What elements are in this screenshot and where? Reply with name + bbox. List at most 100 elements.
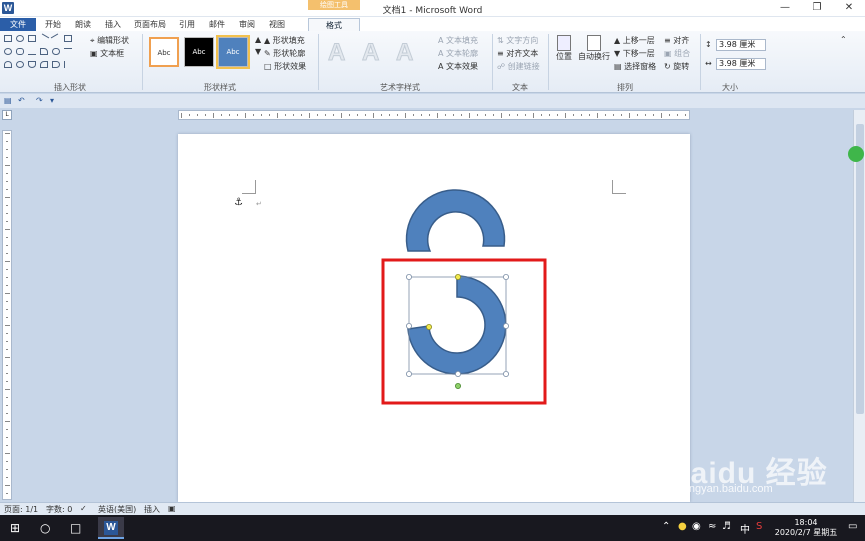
- language-indicator[interactable]: 英语(美国): [98, 504, 136, 515]
- ruler-tick: [6, 341, 8, 342]
- ruler-tick: [317, 114, 318, 116]
- tab-view[interactable]: 视图: [264, 18, 290, 31]
- volume-icon[interactable]: ♬: [722, 521, 731, 532]
- edit-shape-button[interactable]: ⌖ 编辑形状: [90, 35, 129, 46]
- collapse-ribbon-icon[interactable]: ⌃: [840, 35, 847, 44]
- ruler-tick: [669, 114, 670, 116]
- tab-home[interactable]: 开始: [40, 18, 66, 31]
- maximize-icon[interactable]: ❐: [802, 1, 832, 15]
- send-backward-icon: ▼: [614, 49, 623, 58]
- align-text-button[interactable]: ≡ 对齐文本: [497, 48, 538, 59]
- search-icon[interactable]: ○: [40, 521, 50, 535]
- tray-chevron-icon[interactable]: ⌃: [662, 521, 670, 532]
- tab-format[interactable]: 格式: [308, 18, 360, 31]
- tab-read[interactable]: 朗读: [70, 18, 96, 31]
- customize-toolbar-icon[interactable]: ▾: [50, 96, 54, 105]
- window-title: 文档1 - Microsoft Word: [382, 6, 483, 16]
- ruler-tick: [429, 114, 430, 116]
- group-button[interactable]: ▣ 组合: [664, 48, 690, 59]
- wordart-style-1[interactable]: A: [327, 39, 345, 67]
- gallery-scroll-down-icon[interactable]: ▼: [255, 47, 261, 56]
- close-icon[interactable]: ✕: [834, 1, 864, 15]
- ruler-tick: [6, 493, 8, 494]
- taskbar-word-button[interactable]: W: [98, 517, 124, 539]
- tab-selector-icon[interactable]: L: [2, 110, 12, 120]
- shape-effects-button[interactable]: □ 形状效果: [264, 61, 306, 72]
- wifi-icon[interactable]: ≈: [708, 521, 716, 532]
- shape-gallery[interactable]: [4, 33, 80, 75]
- proofing-icon[interactable]: ✓: [80, 504, 87, 513]
- macro-icon[interactable]: ▣: [168, 504, 176, 513]
- tray-app-icon[interactable]: ●: [678, 521, 687, 532]
- scrollbar-thumb[interactable]: [856, 124, 864, 414]
- selection-pane-icon: ▤: [614, 62, 625, 71]
- shape-style-orange-outline[interactable]: Abc: [149, 37, 179, 67]
- sogou-ime-icon[interactable]: S: [756, 521, 762, 532]
- horizontal-ruler[interactable]: [178, 110, 690, 120]
- floating-assistant-icon[interactable]: [848, 146, 864, 162]
- save-icon[interactable]: ▤: [4, 96, 12, 105]
- text-outline-button[interactable]: A 文本轮廓: [438, 48, 478, 59]
- ruler-tick: [533, 112, 534, 118]
- width-icon: ↔: [705, 59, 712, 68]
- bring-forward-button[interactable]: ▲ 上移一层: [614, 35, 655, 46]
- create-link-button[interactable]: ☍ 创建链接: [497, 61, 540, 72]
- align-button[interactable]: ≡ 对齐: [664, 35, 689, 46]
- ruler-tick: [245, 112, 246, 118]
- shape-style-black[interactable]: Abc: [184, 37, 214, 67]
- wordart-style-2[interactable]: A: [361, 39, 379, 67]
- text-fill-button[interactable]: A 文本填充: [438, 35, 478, 46]
- ruler-tick: [6, 301, 8, 302]
- ruler-tick: [381, 114, 382, 116]
- insert-mode[interactable]: 插入: [144, 504, 160, 515]
- rotate-button[interactable]: ↻ 旋转: [664, 61, 689, 72]
- ruler-tick: [613, 114, 614, 116]
- ruler-tick: [229, 114, 230, 116]
- tab-review[interactable]: 审阅: [234, 18, 260, 31]
- text-box-button[interactable]: ▣ 文本框: [90, 48, 124, 59]
- ime-indicator[interactable]: 中: [740, 521, 750, 536]
- rotate-icon: ↻: [664, 62, 674, 71]
- notification-center-icon[interactable]: ▭: [848, 521, 857, 532]
- ruler-tick: [261, 114, 262, 116]
- shape-width-input[interactable]: 3.98 厘米: [716, 58, 766, 70]
- vertical-scrollbar[interactable]: [848, 110, 865, 502]
- tab-references[interactable]: 引用: [174, 18, 200, 31]
- gallery-scroll-up-icon[interactable]: ▲: [255, 35, 261, 44]
- shape-fill-button[interactable]: ▲ 形状填充: [264, 35, 305, 46]
- tab-page-layout[interactable]: 页面布局: [130, 18, 170, 31]
- edit-shape-label: 编辑形状: [97, 36, 130, 45]
- page-count[interactable]: 页面: 1/1: [4, 504, 38, 515]
- auto-wrap-button[interactable]: 自动换行: [578, 35, 610, 62]
- shape-style-blue-selected[interactable]: Abc: [216, 35, 250, 69]
- shape-outline-button[interactable]: ✎ 形状轮廓: [264, 48, 305, 59]
- ruler-tick: [6, 221, 8, 222]
- ruler-tick: [197, 114, 198, 116]
- word-count[interactable]: 字数: 0: [46, 504, 72, 515]
- undo-icon[interactable]: ↶: [18, 96, 25, 105]
- selection-pane-button[interactable]: ▤ 选择窗格: [614, 61, 656, 72]
- wordart-style-3[interactable]: A: [395, 39, 413, 67]
- shape-height-input[interactable]: 3.98 厘米: [716, 39, 766, 51]
- ribbon-tabs: 文件 开始 朗读 插入 页面布局 引用 邮件 审阅 视图 格式: [0, 17, 865, 31]
- ruler-tick: [6, 309, 8, 310]
- text-direction-button[interactable]: ⇅ 文字方向: [497, 35, 538, 46]
- ruler-tick: [4, 293, 10, 294]
- position-button[interactable]: 位置: [553, 35, 575, 62]
- tab-insert[interactable]: 插入: [100, 18, 126, 31]
- document-page[interactable]: ⚓ ↵: [178, 134, 690, 502]
- tab-file[interactable]: 文件: [0, 18, 36, 31]
- tab-mailings[interactable]: 邮件: [204, 18, 230, 31]
- shape-effects-label: 形状效果: [274, 62, 307, 71]
- text-effects-button[interactable]: A 文本效果: [438, 61, 478, 72]
- system-clock[interactable]: 18:04 2020/2/7 星期五: [770, 518, 842, 538]
- redo-icon[interactable]: ↷: [36, 96, 43, 105]
- ruler-tick: [573, 114, 574, 116]
- ruler-tick: [6, 397, 8, 398]
- tray-network-icon[interactable]: ◉: [692, 521, 701, 532]
- send-backward-button[interactable]: ▼ 下移一层: [614, 48, 655, 59]
- task-view-icon[interactable]: □: [70, 521, 81, 535]
- vertical-ruler[interactable]: [2, 130, 12, 500]
- minimize-icon[interactable]: —: [770, 1, 800, 15]
- windows-start-icon[interactable]: ⊞: [10, 521, 20, 535]
